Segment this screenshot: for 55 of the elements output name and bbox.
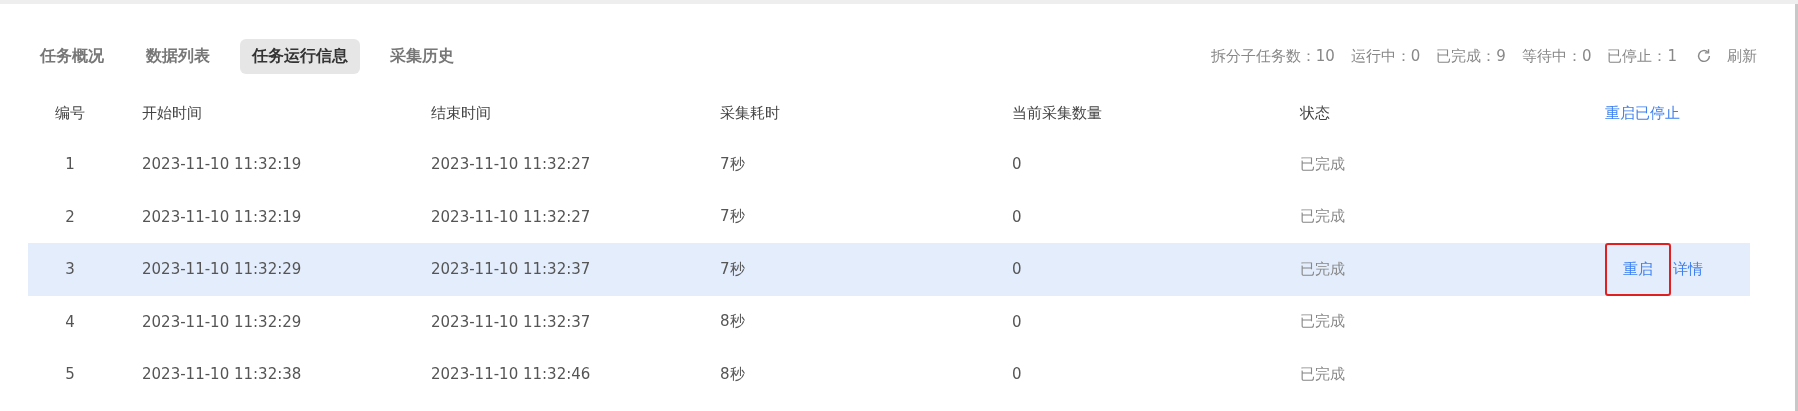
tab[interactable]: 任务运行信息 <box>240 38 360 74</box>
restart-stopped-link[interactable]: 重启已停止 <box>1605 103 1680 123</box>
column-header: 当前采集数量 <box>1011 103 1103 123</box>
table-cell-text: 0 <box>1011 260 1023 279</box>
stat-text: 运行中：0 <box>1350 46 1421 66</box>
stat-text: 拆分子任务数：10 <box>1210 46 1335 66</box>
table-cell-text: 2023-11-10 11:32:27 <box>430 155 592 174</box>
table-cell-text: 已完成 <box>1299 154 1346 174</box>
tab[interactable]: 任务概况 <box>28 38 116 74</box>
column-header: 采集耗时 <box>719 103 781 123</box>
table-cell-text: 7秒 <box>719 207 746 227</box>
refresh-icon <box>1695 47 1713 65</box>
column-header: 开始时间 <box>141 103 203 123</box>
table-cell-text: 2023-11-10 11:32:38 <box>141 365 303 384</box>
stat-text: 等待中：0 <box>1521 46 1592 66</box>
tab[interactable]: 采集历史 <box>378 38 466 74</box>
table-cell-text: 2 <box>64 207 76 226</box>
table-cell-text: 4 <box>64 312 76 331</box>
table-cell-text: 2023-11-10 11:32:19 <box>141 207 303 226</box>
column-header: 结束时间 <box>430 103 492 123</box>
table-cell-text: 5 <box>64 365 76 384</box>
details-link[interactable]: 详情 <box>1671 243 1705 296</box>
table-cell-text: 7秒 <box>719 154 746 174</box>
table-cell-text: 2023-11-10 11:32:19 <box>141 155 303 174</box>
table-cell-text: 0 <box>1011 155 1023 174</box>
table-cell-text: 8秒 <box>719 312 746 332</box>
table-cell-text: 0 <box>1011 365 1023 384</box>
column-header: 编号 <box>54 103 86 123</box>
stat-text: 已完成：9 <box>1436 46 1506 66</box>
table-cell-text: 0 <box>1011 207 1023 226</box>
refresh-button[interactable]: 刷新 <box>1695 46 1757 66</box>
table-cell-text: 已完成 <box>1299 312 1346 332</box>
table-row[interactable]: 5 2023-11-10 11:32:38 2023-11-10 11:32:46 8秒 0 已完成 <box>28 348 1750 401</box>
tab[interactable]: 数据列表 <box>134 38 222 74</box>
table-cell-text: 2023-11-10 11:32:37 <box>430 312 592 331</box>
table-cell-text: 1 <box>64 155 76 174</box>
table-cell-text: 8秒 <box>719 364 746 384</box>
table-cell-text: 2023-11-10 11:32:27 <box>430 207 592 226</box>
table-row[interactable]: 4 2023-11-10 11:32:29 2023-11-10 11:32:37 8秒 0 已完成 <box>28 295 1750 348</box>
restart-link[interactable]: 重启 <box>1605 243 1671 296</box>
stat-text: 已停止：1 <box>1607 46 1677 66</box>
table-cell-text: 已完成 <box>1299 259 1346 279</box>
table-row[interactable]: 1 2023-11-10 11:32:19 2023-11-10 11:32:27 7秒 0 已完成 <box>28 138 1750 191</box>
table-cell-text: 0 <box>1011 312 1023 331</box>
table-cell-text: 已完成 <box>1299 364 1346 384</box>
table-cell-text: 2023-11-10 11:32:37 <box>430 260 592 279</box>
column-header: 状态 <box>1299 103 1331 123</box>
table-cell-text: 2023-11-10 11:32:29 <box>141 260 303 279</box>
table-row[interactable]: 3 2023-11-10 11:32:29 2023-11-10 11:32:37 7秒 0 已完成 重启 详情 <box>28 243 1750 296</box>
table-cell-text: 已完成 <box>1299 207 1346 227</box>
table-cell-text: 7秒 <box>719 259 746 279</box>
table-cell-text: 2023-11-10 11:32:46 <box>430 365 592 384</box>
table-cell-text: 2023-11-10 11:32:29 <box>141 312 303 331</box>
table-row[interactable]: 2 2023-11-10 11:32:19 2023-11-10 11:32:27 7秒 0 已完成 <box>28 190 1750 243</box>
table-cell-text: 3 <box>64 260 76 279</box>
